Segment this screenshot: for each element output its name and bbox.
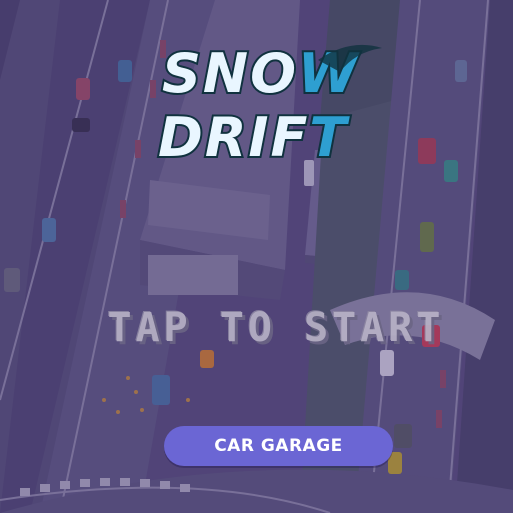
svg-text:SNOW: SNOW [162,42,360,105]
car-garage-button[interactable]: CAR GARAGE [164,426,393,466]
logo-line2-suffix: T [309,106,350,169]
svg-text:DRIFT: DRIFT [158,106,350,169]
logo-line2-prefix: DRIF [158,106,309,169]
tap-to-start-prompt[interactable]: TAP TO START [96,303,456,353]
logo-line1-prefix: SNO [162,42,298,105]
game-logo: SNOW DRIFT [156,40,382,170]
